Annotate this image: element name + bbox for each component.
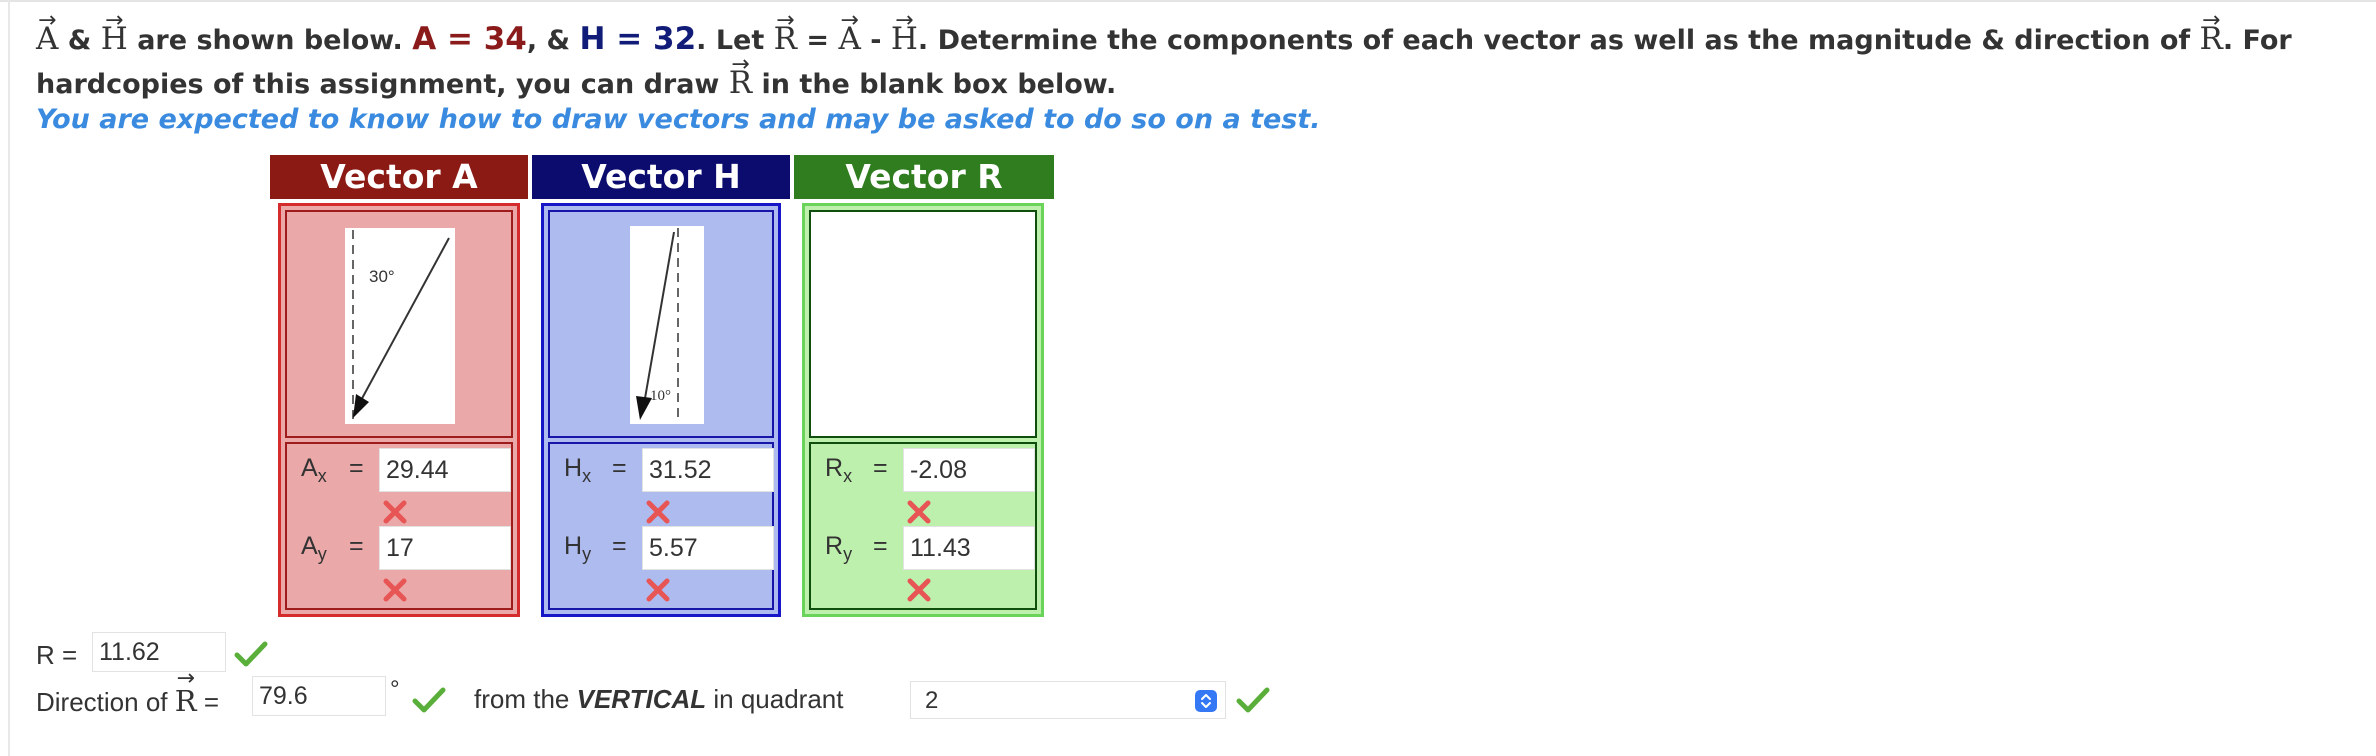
vector-r-panel: Rx = -2.08 Ry = 11.43 — [802, 203, 1044, 617]
x-mark-icon — [907, 578, 931, 602]
ay-input[interactable]: 17 — [379, 526, 511, 570]
direction-reference-text: from the VERTICAL in quadrant — [474, 684, 844, 714]
vector-h-diagram-box: 10° — [548, 210, 774, 438]
vector-r-drawing-box[interactable] — [809, 210, 1037, 438]
x-mark-icon — [383, 500, 407, 524]
x-mark-icon — [383, 578, 407, 602]
vector-h-symbol: H — [101, 18, 128, 60]
hx-input[interactable]: 31.52 — [642, 448, 774, 492]
vector-a-diagram: 30° — [345, 228, 455, 424]
top-divider — [0, 0, 2376, 6]
direction-input[interactable]: 79.6 — [252, 676, 386, 716]
vertical-label: VERTICAL — [576, 684, 707, 714]
vector-r-symbol: R — [774, 18, 797, 60]
rx-input[interactable]: -2.08 — [903, 448, 1035, 492]
vector-r-components: Rx = -2.08 Ry = 11.43 — [809, 442, 1037, 610]
vector-a-components: Ax = 29.44 Ay = 17 — [285, 442, 513, 610]
x-mark-icon — [646, 578, 670, 602]
check-mark-icon — [412, 687, 446, 713]
chevron-updown-icon — [1195, 690, 1217, 712]
vector-h-panel: 10° Hx = 31.52 Hy = 5.57 — [541, 203, 781, 617]
degree-symbol: ° — [390, 676, 400, 703]
x-mark-icon — [907, 500, 931, 524]
h-magnitude: H = 32 — [579, 21, 697, 57]
instruction-note: You are expected to know how to draw vec… — [36, 104, 1321, 135]
x-mark-icon — [646, 500, 670, 524]
vector-a-angle-label: 30° — [369, 267, 395, 286]
ry-input[interactable]: 11.43 — [903, 526, 1035, 570]
magnitude-label: R = — [36, 640, 78, 670]
hy-input[interactable]: 5.57 — [642, 526, 774, 570]
magnitude-input[interactable]: 11.62 — [92, 632, 226, 672]
a-magnitude: A = 34 — [412, 21, 527, 57]
vector-a-panel: 30° Ax = 29.44 Ay = 17 — [278, 203, 520, 617]
ax-input[interactable]: 29.44 — [379, 448, 511, 492]
vector-a-diagram-box: 30° — [285, 210, 513, 438]
vector-r-header: Vector R — [794, 155, 1054, 199]
vector-h-components: Hx = 31.52 Hy = 5.57 — [548, 442, 774, 610]
vector-h-angle-label: 10° — [650, 388, 671, 404]
vector-a-symbol: A — [36, 18, 58, 60]
left-divider — [8, 0, 10, 756]
question-prompt: A & H are shown below. A = 34, & H = 32.… — [36, 18, 2336, 106]
direction-label: Direction of R = — [36, 684, 219, 718]
quadrant-select[interactable]: 2 — [910, 681, 1226, 719]
vector-h-diagram: 10° — [630, 226, 704, 424]
vector-h-header: Vector H — [532, 155, 790, 199]
vector-a-header: Vector A — [270, 155, 528, 199]
check-mark-icon — [234, 641, 268, 667]
check-mark-icon — [1236, 687, 1270, 713]
